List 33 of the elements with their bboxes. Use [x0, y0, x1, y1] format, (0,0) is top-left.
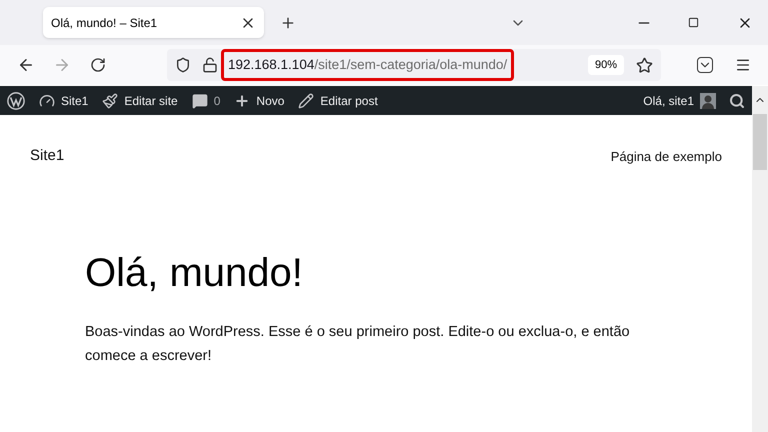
- search-icon[interactable]: [729, 92, 745, 108]
- reload-icon[interactable]: [90, 57, 106, 73]
- wordpress-logo-icon[interactable]: [7, 92, 25, 110]
- avatar-icon[interactable]: [700, 92, 716, 108]
- nav-link[interactable]: Página de exemplo: [610, 146, 722, 166]
- maximize-icon[interactable]: [688, 17, 699, 28]
- admin-bar-item[interactable]: Novo: [234, 92, 284, 110]
- scroll-thumb[interactable]: [753, 114, 767, 170]
- plus-icon: [234, 92, 250, 108]
- post-title: Olá, mundo!: [85, 250, 304, 296]
- comment-icon: [192, 92, 208, 108]
- admin-bar-item[interactable]: Editar post: [298, 92, 378, 110]
- admin-bar-item[interactable]: Site1: [39, 92, 88, 110]
- bookmark-star-icon[interactable]: [636, 56, 653, 74]
- post-body: Boas-vindas ao WordPress. Esse é o seu primeiro post. Edite-o ou exclua-o, e então comece a escrever!: [85, 322, 631, 366]
- dashboard-icon: [39, 92, 55, 108]
- shield-icon[interactable]: [175, 57, 191, 73]
- browser-tab[interactable]: Olá, mundo! – Site1: [43, 7, 264, 38]
- admin-bar-item[interactable]: 0: [192, 92, 220, 110]
- menu-icon[interactable]: [735, 57, 751, 73]
- back-icon[interactable]: [17, 56, 35, 74]
- address-bar[interactable]: 192.168.1.104/site1/sem-categoria/ola-mundo/ 90%: [167, 49, 661, 81]
- brush-icon: [102, 92, 118, 108]
- scrollbar[interactable]: [752, 86, 768, 432]
- admin-bar-item[interactable]: Editar site: [102, 92, 178, 110]
- lock-icon[interactable]: [202, 57, 218, 73]
- zoom-level[interactable]: 90%: [588, 54, 624, 76]
- greeting-link[interactable]: Olá, site1: [643, 92, 694, 110]
- url-text: 192.168.1.104/site1/sem-categoria/ola-mundo/: [221, 48, 514, 82]
- tab-title: Olá, mundo! – Site1: [51, 14, 158, 32]
- new-tab-icon[interactable]: [280, 14, 296, 30]
- site-title[interactable]: Site1: [30, 145, 64, 168]
- pencil-icon: [298, 92, 314, 108]
